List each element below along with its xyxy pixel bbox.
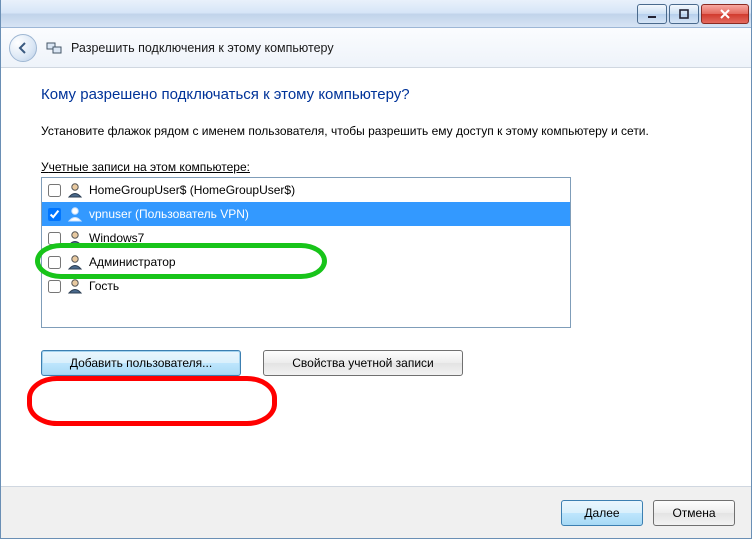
user-label: HomeGroupUser$ (HomeGroupUser$)	[89, 183, 295, 197]
next-button[interactable]: Далее	[561, 500, 643, 526]
user-checkbox[interactable]	[48, 232, 61, 245]
list-item[interactable]: vpnuser (Пользователь VPN)	[42, 202, 570, 226]
back-button[interactable]	[9, 34, 37, 62]
users-listbox[interactable]: HomeGroupUser$ (HomeGroupUser$) vpnuser (…	[41, 177, 571, 328]
instruction-text: Установите флажок рядом с именем пользов…	[41, 123, 661, 140]
user-label: Windows7	[89, 231, 144, 245]
minimize-button[interactable]	[637, 4, 667, 24]
button-row: Добавить пользователя... Свойства учетно…	[41, 350, 715, 376]
close-button[interactable]	[701, 4, 749, 24]
user-checkbox[interactable]	[48, 256, 61, 269]
close-icon	[719, 9, 731, 19]
arrow-left-icon	[16, 41, 30, 55]
maximize-icon	[679, 9, 689, 19]
page-heading: Кому разрешено подключаться к этому комп…	[41, 86, 715, 103]
network-icon	[45, 39, 63, 57]
user-icon	[66, 229, 84, 247]
list-item[interactable]: Администратор	[42, 250, 570, 274]
account-properties-button[interactable]: Свойства учетной записи	[263, 350, 463, 376]
content-area: Кому разрешено подключаться к этому комп…	[1, 68, 751, 486]
list-label: Учетные записи на этом компьютере:	[41, 160, 715, 174]
annotation-red-circle	[27, 376, 277, 426]
wizard-header: Разрешить подключения к этому компьютеру	[1, 28, 751, 68]
dialog-window: Разрешить подключения к этому компьютеру…	[0, 0, 752, 539]
minimize-icon	[647, 9, 657, 19]
window-buttons	[637, 4, 749, 24]
list-item[interactable]: Гость	[42, 274, 570, 298]
user-icon	[66, 181, 84, 199]
user-icon	[66, 205, 84, 223]
user-label: vpnuser (Пользователь VPN)	[89, 207, 249, 221]
user-icon	[66, 277, 84, 295]
cancel-button[interactable]: Отмена	[653, 500, 735, 526]
list-label-accel: У	[41, 160, 49, 174]
titlebar	[1, 0, 751, 28]
wizard-title: Разрешить подключения к этому компьютеру	[71, 41, 334, 55]
list-label-text: четные записи на этом компьютере:	[49, 160, 250, 174]
user-label: Гость	[89, 279, 119, 293]
user-checkbox[interactable]	[48, 208, 61, 221]
list-item[interactable]: HomeGroupUser$ (HomeGroupUser$)	[42, 178, 570, 202]
user-checkbox[interactable]	[48, 184, 61, 197]
add-user-button[interactable]: Добавить пользователя...	[41, 350, 241, 376]
list-item[interactable]: Windows7	[42, 226, 570, 250]
footer: Далее Отмена	[1, 486, 751, 538]
user-checkbox[interactable]	[48, 280, 61, 293]
user-icon	[66, 253, 84, 271]
user-label: Администратор	[89, 255, 176, 269]
maximize-button[interactable]	[669, 4, 699, 24]
